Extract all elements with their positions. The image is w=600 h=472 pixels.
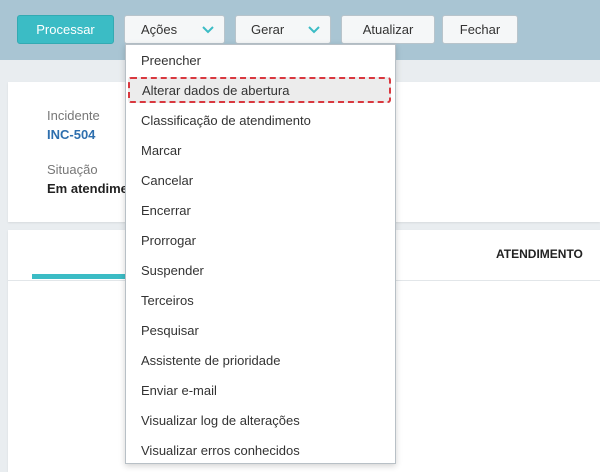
generate-dropdown-button[interactable]: Gerar — [235, 15, 331, 44]
menu-item-preencher[interactable]: Preencher — [126, 45, 395, 75]
menu-item-prorrogar[interactable]: Prorrogar — [126, 225, 395, 255]
menu-item-visualizar-erros[interactable]: Visualizar erros conhecidos — [126, 435, 395, 465]
refresh-button[interactable]: Atualizar — [341, 15, 435, 44]
menu-item-alterar-dados-abertura[interactable]: Alterar dados de abertura — [128, 77, 391, 103]
actions-dropdown-button[interactable]: Ações — [124, 15, 225, 44]
menu-item-terceiros[interactable]: Terceiros — [126, 285, 395, 315]
menu-item-assistente-prioridade[interactable]: Assistente de prioridade — [126, 345, 395, 375]
chevron-down-icon — [308, 26, 320, 34]
menu-item-visualizar-log[interactable]: Visualizar log de alterações — [126, 405, 395, 435]
menu-item-suspender[interactable]: Suspender — [126, 255, 395, 285]
generate-label: Gerar — [251, 22, 285, 37]
tab-atendimento[interactable]: ATENDIMENTO — [496, 247, 583, 261]
menu-item-cancelar[interactable]: Cancelar — [126, 165, 395, 195]
actions-label: Ações — [141, 22, 178, 37]
actions-menu: Preencher Alterar dados de abertura Clas… — [125, 44, 396, 464]
menu-item-encerrar[interactable]: Encerrar — [126, 195, 395, 225]
menu-item-classificacao-atendimento[interactable]: Classificação de atendimento — [126, 105, 395, 135]
incident-link[interactable]: INC-504 — [47, 127, 95, 142]
status-label: Situação — [47, 162, 98, 177]
menu-item-enviar-email[interactable]: Enviar e-mail — [126, 375, 395, 405]
menu-item-pesquisar[interactable]: Pesquisar — [126, 315, 395, 345]
incident-label: Incidente — [47, 108, 100, 123]
menu-item-marcar[interactable]: Marcar — [126, 135, 395, 165]
close-button[interactable]: Fechar — [442, 15, 518, 44]
process-button[interactable]: Processar — [17, 15, 114, 44]
chevron-down-icon — [202, 26, 214, 34]
active-tab-indicator — [32, 274, 132, 279]
